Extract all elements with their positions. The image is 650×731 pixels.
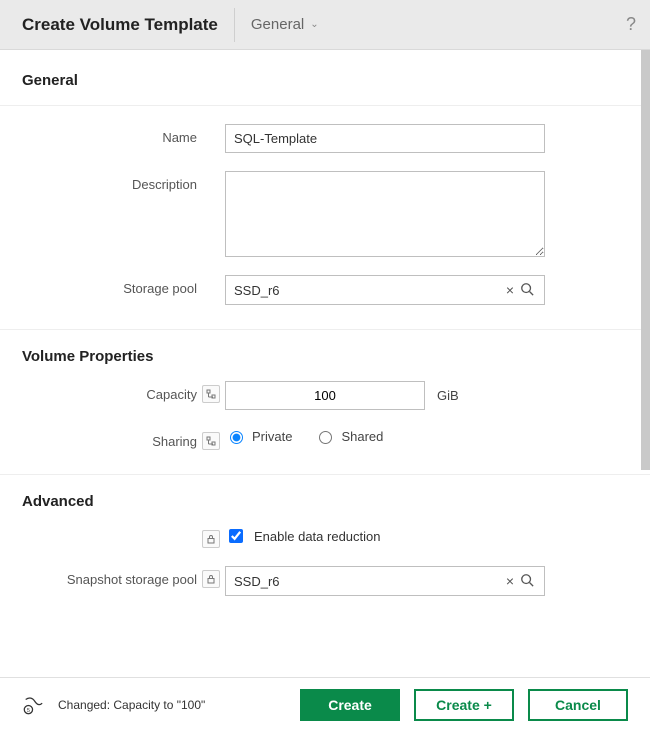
enable-data-reduction-checkbox[interactable]: Enable data reduction [225, 526, 380, 546]
create-button[interactable]: Create [300, 689, 400, 721]
capacity-unit: GiB [437, 388, 459, 403]
lock-icon[interactable] [202, 530, 220, 548]
tree-icon[interactable] [202, 385, 220, 403]
create-plus-button[interactable]: Create + [414, 689, 514, 721]
sharing-radio-group: Private Shared [225, 428, 383, 444]
divider [0, 105, 650, 106]
storage-pool-combo[interactable]: SSD_r6 × [225, 275, 545, 305]
label-snapshot-storage-pool: Snapshot storage pool [22, 566, 197, 587]
divider [234, 8, 235, 42]
sharing-shared-input[interactable] [319, 431, 332, 444]
section-title-volume-properties: Volume Properties [22, 348, 628, 365]
search-icon[interactable] [518, 282, 536, 299]
clear-icon[interactable]: × [502, 573, 518, 589]
chevron-down-icon: ⌄ [310, 19, 318, 30]
section-title-advanced: Advanced [22, 493, 628, 510]
scrollbar-thumb[interactable] [641, 50, 650, 470]
recent-change-icon[interactable]: 5 [22, 694, 44, 716]
label-empty [22, 526, 197, 532]
snapshot-storage-pool-value: SSD_r6 [234, 574, 502, 589]
clear-icon[interactable]: × [502, 282, 518, 298]
enable-data-reduction-label: Enable data reduction [254, 529, 380, 544]
enable-data-reduction-input[interactable] [229, 529, 243, 543]
help-icon[interactable]: ? [626, 14, 636, 35]
capacity-input[interactable] [225, 381, 425, 410]
footer-status: Changed: Capacity to "100" [58, 698, 205, 712]
name-input[interactable] [225, 124, 545, 153]
sharing-shared-label: Shared [341, 429, 383, 444]
label-name: Name [22, 124, 197, 145]
form-body: General Name Description Storage pool SS… [0, 50, 650, 677]
divider [0, 474, 650, 475]
svg-text:5: 5 [27, 707, 30, 713]
search-icon[interactable] [518, 573, 536, 590]
tab-general[interactable]: General ⌄ [251, 16, 319, 33]
dialog-header: Create Volume Template General ⌄ ? [0, 0, 650, 50]
cancel-button[interactable]: Cancel [528, 689, 628, 721]
dialog-footer: 5 Changed: Capacity to "100" Create Crea… [0, 677, 650, 731]
sharing-private-input[interactable] [230, 431, 243, 444]
sharing-private-radio[interactable]: Private [225, 428, 292, 444]
section-title-general: General [22, 72, 628, 89]
label-storage-pool: Storage pool [22, 275, 197, 296]
sharing-shared-radio[interactable]: Shared [314, 428, 383, 444]
tree-icon[interactable] [202, 432, 220, 450]
tab-label: General [251, 16, 304, 33]
label-capacity: Capacity [22, 381, 197, 402]
scrollbar-track[interactable] [641, 50, 650, 470]
snapshot-storage-pool-combo[interactable]: SSD_r6 × [225, 566, 545, 596]
storage-pool-value: SSD_r6 [234, 283, 502, 298]
description-input[interactable] [225, 171, 545, 257]
lock-icon[interactable] [202, 570, 220, 588]
label-description: Description [22, 171, 197, 192]
sharing-private-label: Private [252, 429, 292, 444]
label-sharing: Sharing [22, 428, 197, 449]
divider [0, 329, 650, 330]
dialog-title: Create Volume Template [22, 15, 218, 35]
